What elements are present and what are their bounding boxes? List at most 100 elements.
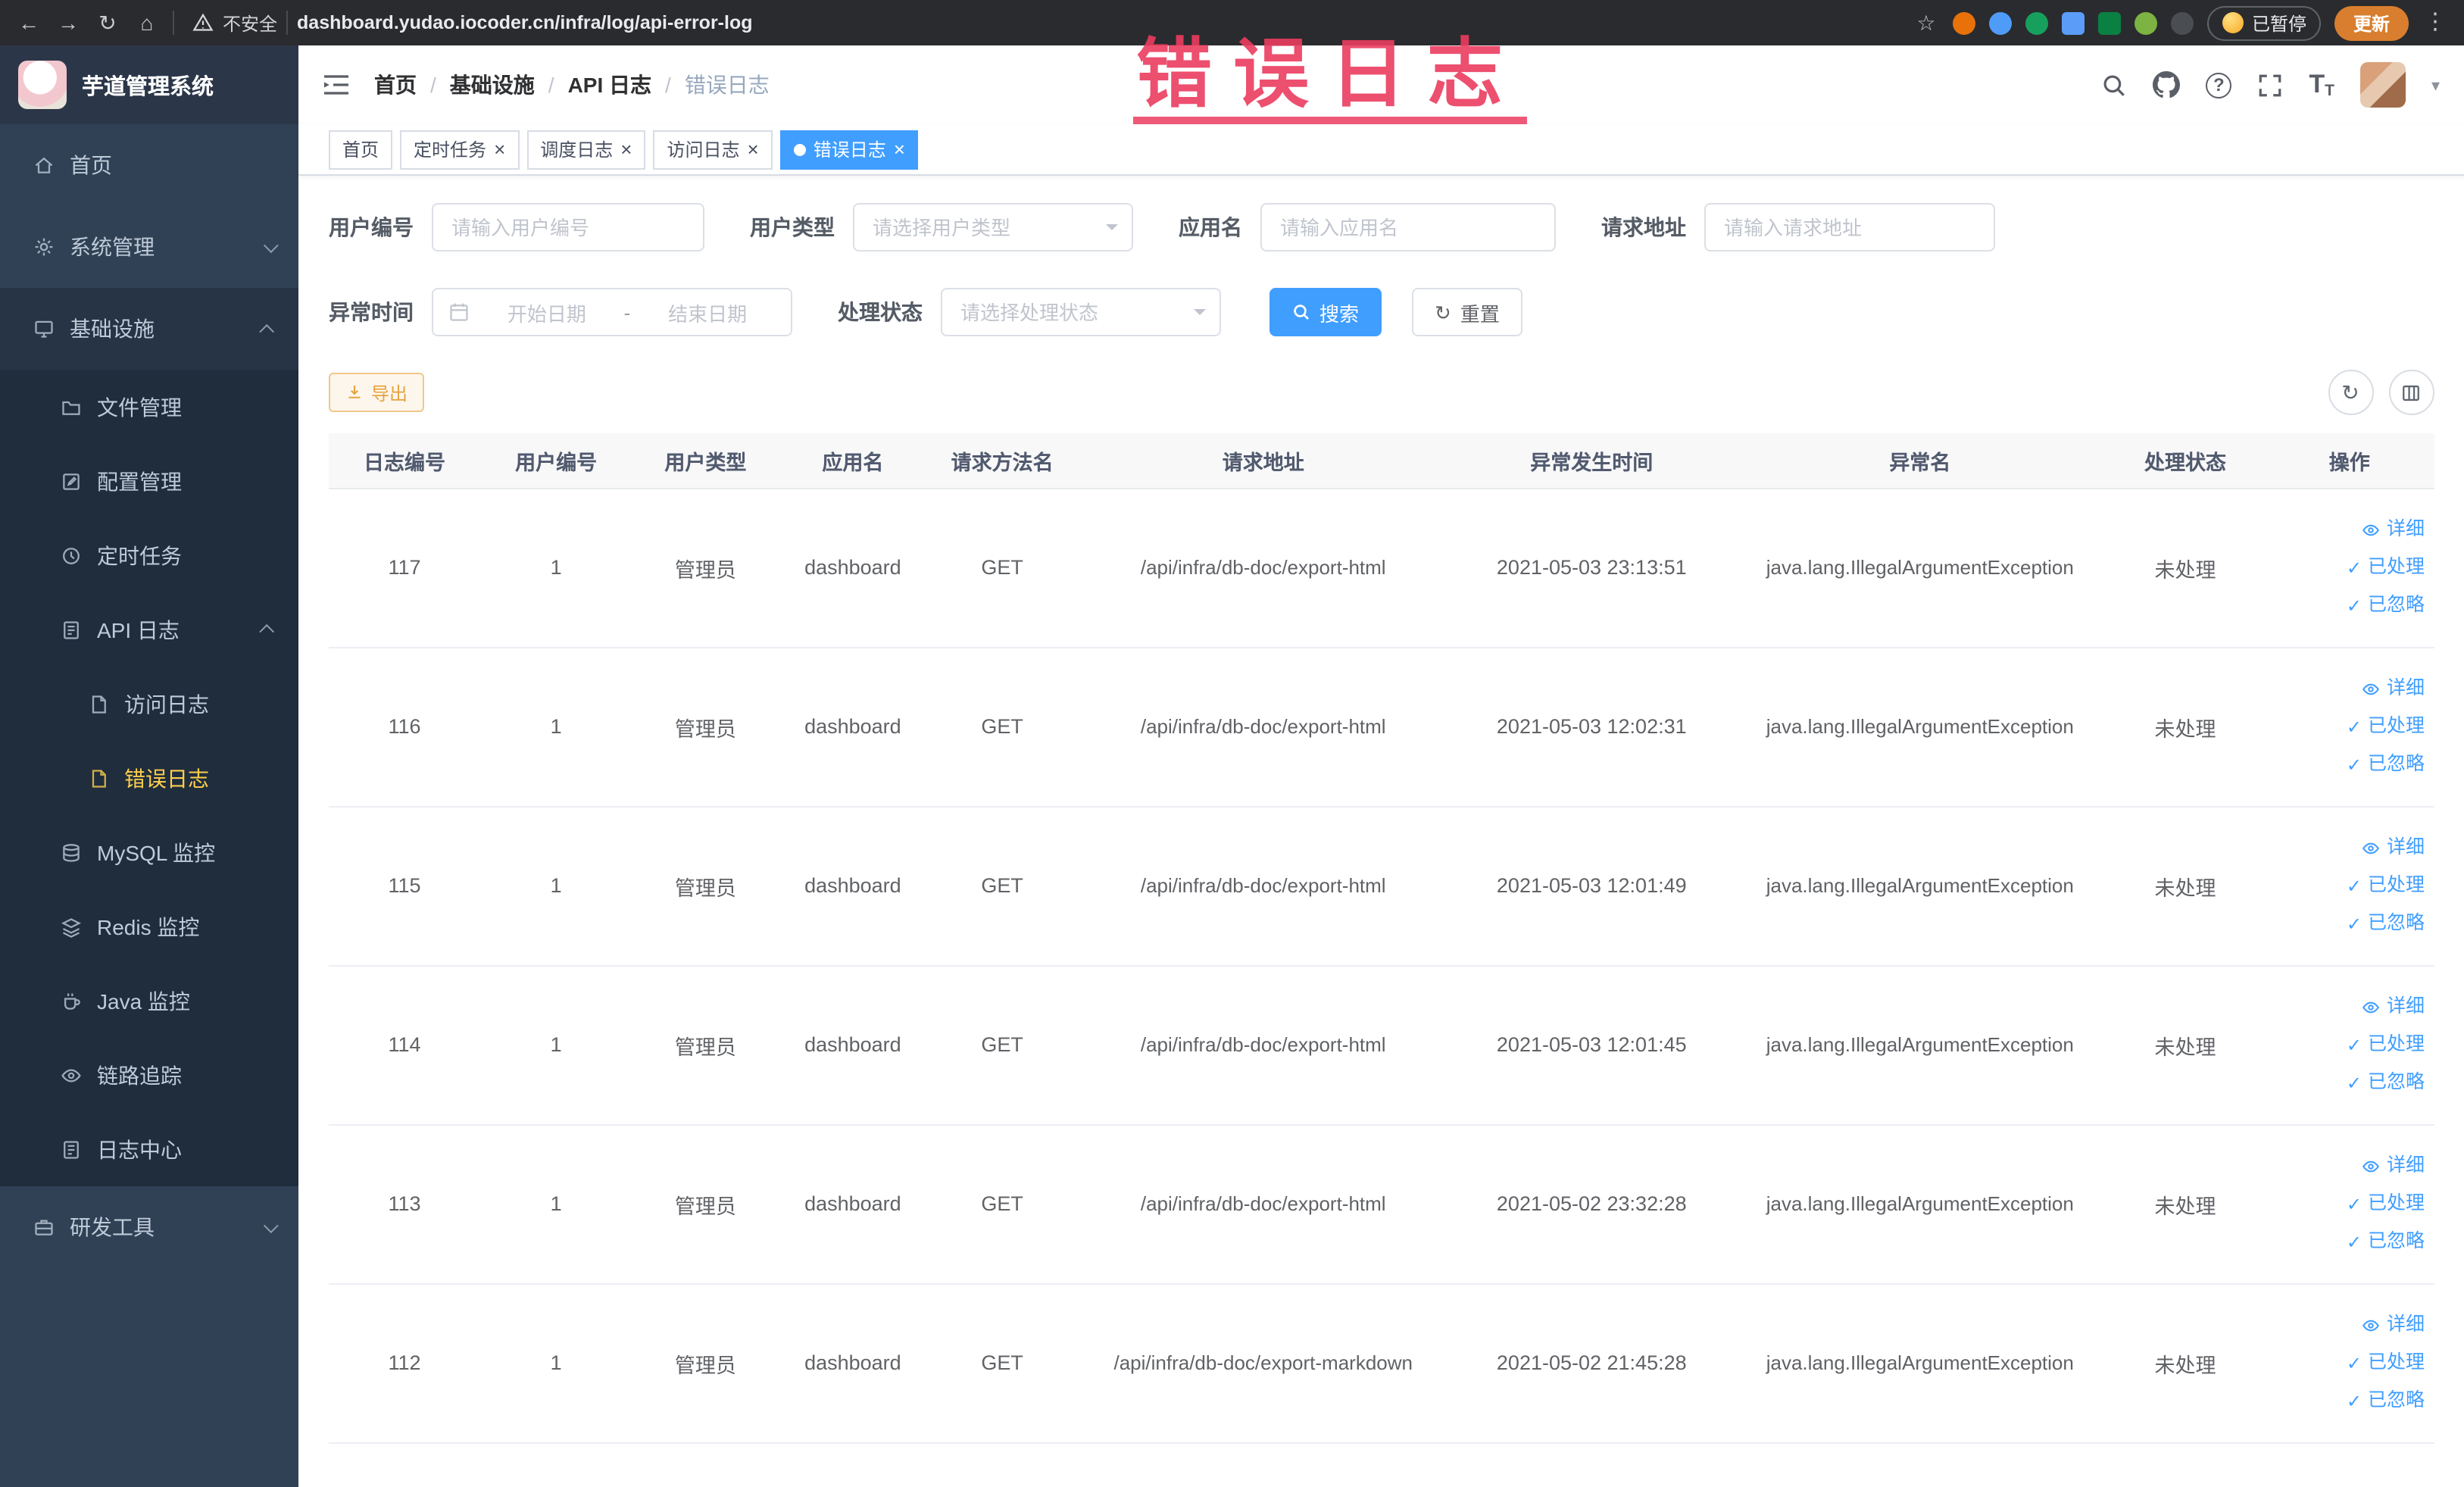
profile-paused-badge[interactable]: 已暂停 (2207, 5, 2322, 40)
sidebar-item-trace[interactable]: 链路追踪 (0, 1038, 298, 1112)
sidebar-item-redis-monitor[interactable]: Redis 监控 (0, 889, 298, 964)
extension-icon[interactable] (1989, 11, 2013, 34)
sidebar-item-java-monitor[interactable]: Java 监控 (0, 964, 298, 1038)
user-type-select-input[interactable] (853, 203, 1133, 251)
exception-time-range-picker[interactable]: 开始日期 - 结束日期 (432, 288, 792, 336)
ignored-link[interactable]: ✓ 已忽略 (2272, 745, 2425, 783)
time-cell: 2021-05-03 12:02:31 (1448, 647, 1735, 807)
sidebar-item-home[interactable]: 首页 (0, 124, 298, 206)
sidebar-item-config-manage[interactable]: 配置管理 (0, 444, 298, 518)
sidebar-item-mysql-monitor[interactable]: MySQL 监控 (0, 815, 298, 889)
extension-icon[interactable] (2171, 11, 2194, 34)
app-name-label: 应用名 (1179, 215, 1242, 239)
detail-link[interactable]: 详细 (2272, 511, 2425, 548)
bookmark-star-icon[interactable]: ☆ (1913, 0, 1940, 45)
github-icon[interactable] (2153, 71, 2181, 98)
extension-icon[interactable] (1953, 11, 1976, 34)
extension-icon[interactable] (2025, 11, 2049, 34)
export-button[interactable]: 导出 (329, 373, 425, 412)
breadcrumb-item[interactable]: API 日志 (568, 70, 651, 100)
hamburger-icon[interactable] (323, 73, 350, 97)
column-settings-button[interactable] (2388, 370, 2434, 415)
menu-kebab-icon[interactable]: ⋮ (2422, 0, 2449, 45)
sidebar-item-file-manage[interactable]: 文件管理 (0, 370, 298, 444)
processed-link[interactable]: ✓ 已处理 (2272, 1344, 2425, 1382)
ignored-link[interactable]: ✓ 已忽略 (2272, 586, 2425, 624)
user-type-select[interactable] (853, 203, 1133, 251)
processed-link[interactable]: ✓ 已处理 (2272, 1185, 2425, 1223)
extension-icon[interactable] (2098, 11, 2122, 34)
detail-link[interactable]: 详细 (2272, 1306, 2425, 1344)
table-row: 116 1 管理员 dashboard GET /api/infra/db-do… (329, 647, 2434, 807)
ignored-link[interactable]: ✓ 已忽略 (2272, 1064, 2425, 1101)
tab-access-log[interactable]: 访问日志 × (653, 130, 773, 169)
processed-link[interactable]: ✓ 已处理 (2272, 1026, 2425, 1064)
sidebar-item-log-center[interactable]: 日志中心 (0, 1112, 298, 1186)
tab-error-log[interactable]: 错误日志 × (779, 130, 919, 169)
refresh-button[interactable]: ↻ (2328, 370, 2373, 415)
user-id-cell: 1 (480, 488, 632, 648)
breadcrumb-item[interactable]: 基础设施 (450, 70, 535, 100)
detail-link[interactable]: 详细 (2272, 988, 2425, 1026)
table-header-row: 日志编号 用户编号 用户类型 应用名 请求方法名 请求地址 异常发生时间 异常名… (329, 433, 2434, 489)
close-icon[interactable]: × (894, 139, 905, 159)
font-size-icon[interactable]: TT (2309, 70, 2334, 100)
sidebar-item-system[interactable]: 系统管理 (0, 206, 298, 288)
tab-label: 错误日志 (813, 139, 886, 161)
navbar-actions: ? TT ▾ (2101, 62, 2440, 108)
breadcrumb-item[interactable]: 首页 (374, 70, 417, 100)
eye-icon (2363, 1319, 2380, 1331)
sidebar-item-api-log[interactable]: API 日志 (0, 592, 298, 667)
close-icon[interactable]: × (748, 139, 759, 159)
sidebar-item-error-log[interactable]: 错误日志 (0, 741, 298, 815)
time-cell: 2021-05-03 12:01:49 (1448, 806, 1735, 966)
file-icon (92, 769, 106, 787)
request-url-input[interactable] (1704, 203, 1995, 251)
extension-icon[interactable] (2135, 11, 2158, 34)
request-url-label: 请求地址 (1601, 215, 1686, 239)
processed-link[interactable]: ✓ 已处理 (2272, 708, 2425, 745)
fullscreen-icon[interactable] (2257, 72, 2283, 98)
table-tools: ↻ (2328, 370, 2434, 415)
app-name-input[interactable] (1260, 203, 1556, 251)
forward-icon[interactable]: → (55, 0, 82, 45)
exception-cell: java.lang.IllegalArgumentException (1735, 488, 2106, 648)
detail-link[interactable]: 详细 (2272, 829, 2425, 867)
ignored-link[interactable]: ✓ 已忽略 (2272, 1223, 2425, 1261)
detail-link[interactable]: 详细 (2272, 670, 2425, 708)
processed-link[interactable]: ✓ 已处理 (2272, 548, 2425, 586)
help-icon[interactable]: ? (2206, 72, 2232, 98)
search-button[interactable]: 搜索 (1269, 288, 1382, 336)
search-icon[interactable] (2101, 72, 2127, 98)
close-icon[interactable]: × (494, 139, 505, 159)
home-icon[interactable]: ⌂ (133, 0, 161, 45)
reset-button[interactable]: ↻ 重置 (1412, 288, 1522, 336)
sidebar-item-job[interactable]: 定时任务 (0, 518, 298, 592)
action-label: 已处理 (2367, 556, 2425, 577)
status-select-input[interactable] (941, 288, 1221, 336)
extension-icon[interactable] (2062, 11, 2085, 34)
ignored-link[interactable]: ✓ 已忽略 (2272, 904, 2425, 942)
sidebar-item-access-log[interactable]: 访问日志 (0, 667, 298, 741)
update-button[interactable]: 更新 (2334, 5, 2408, 40)
chevron-down-icon[interactable]: ▾ (2431, 75, 2440, 95)
request-url-cell: /api/infra/db-doc/export-html (1078, 647, 1449, 807)
reset-button-label: 重置 (1460, 302, 1500, 325)
tab-home[interactable]: 首页 (329, 130, 393, 169)
tab-job[interactable]: 定时任务 × (400, 130, 520, 169)
status-select[interactable] (941, 288, 1221, 336)
reload-icon[interactable]: ↻ (94, 0, 121, 45)
detail-link[interactable]: 详细 (2272, 1147, 2425, 1185)
ignored-link[interactable]: ✓ 已忽略 (2272, 1382, 2425, 1420)
avatar[interactable] (2359, 62, 2406, 108)
processed-link[interactable]: ✓ 已处理 (2272, 867, 2425, 904)
back-icon[interactable]: ← (15, 0, 42, 45)
sidebar-submenu-infra: 文件管理 配置管理 定时任务 API 日志 访问日志 错误日志 MySQL 监控… (0, 370, 298, 1186)
sidebar-item-devtools[interactable]: 研发工具 (0, 1186, 298, 1268)
close-icon[interactable]: × (620, 139, 632, 159)
tab-schedule-log[interactable]: 调度日志 × (526, 130, 646, 169)
download-icon (348, 386, 361, 398)
address-bar[interactable]: 不安全 dashboard.yudao.iocoder.cn/infra/log… (186, 10, 1900, 36)
sidebar-item-infra[interactable]: 基础设施 (0, 288, 298, 370)
user-id-input[interactable] (432, 203, 704, 251)
